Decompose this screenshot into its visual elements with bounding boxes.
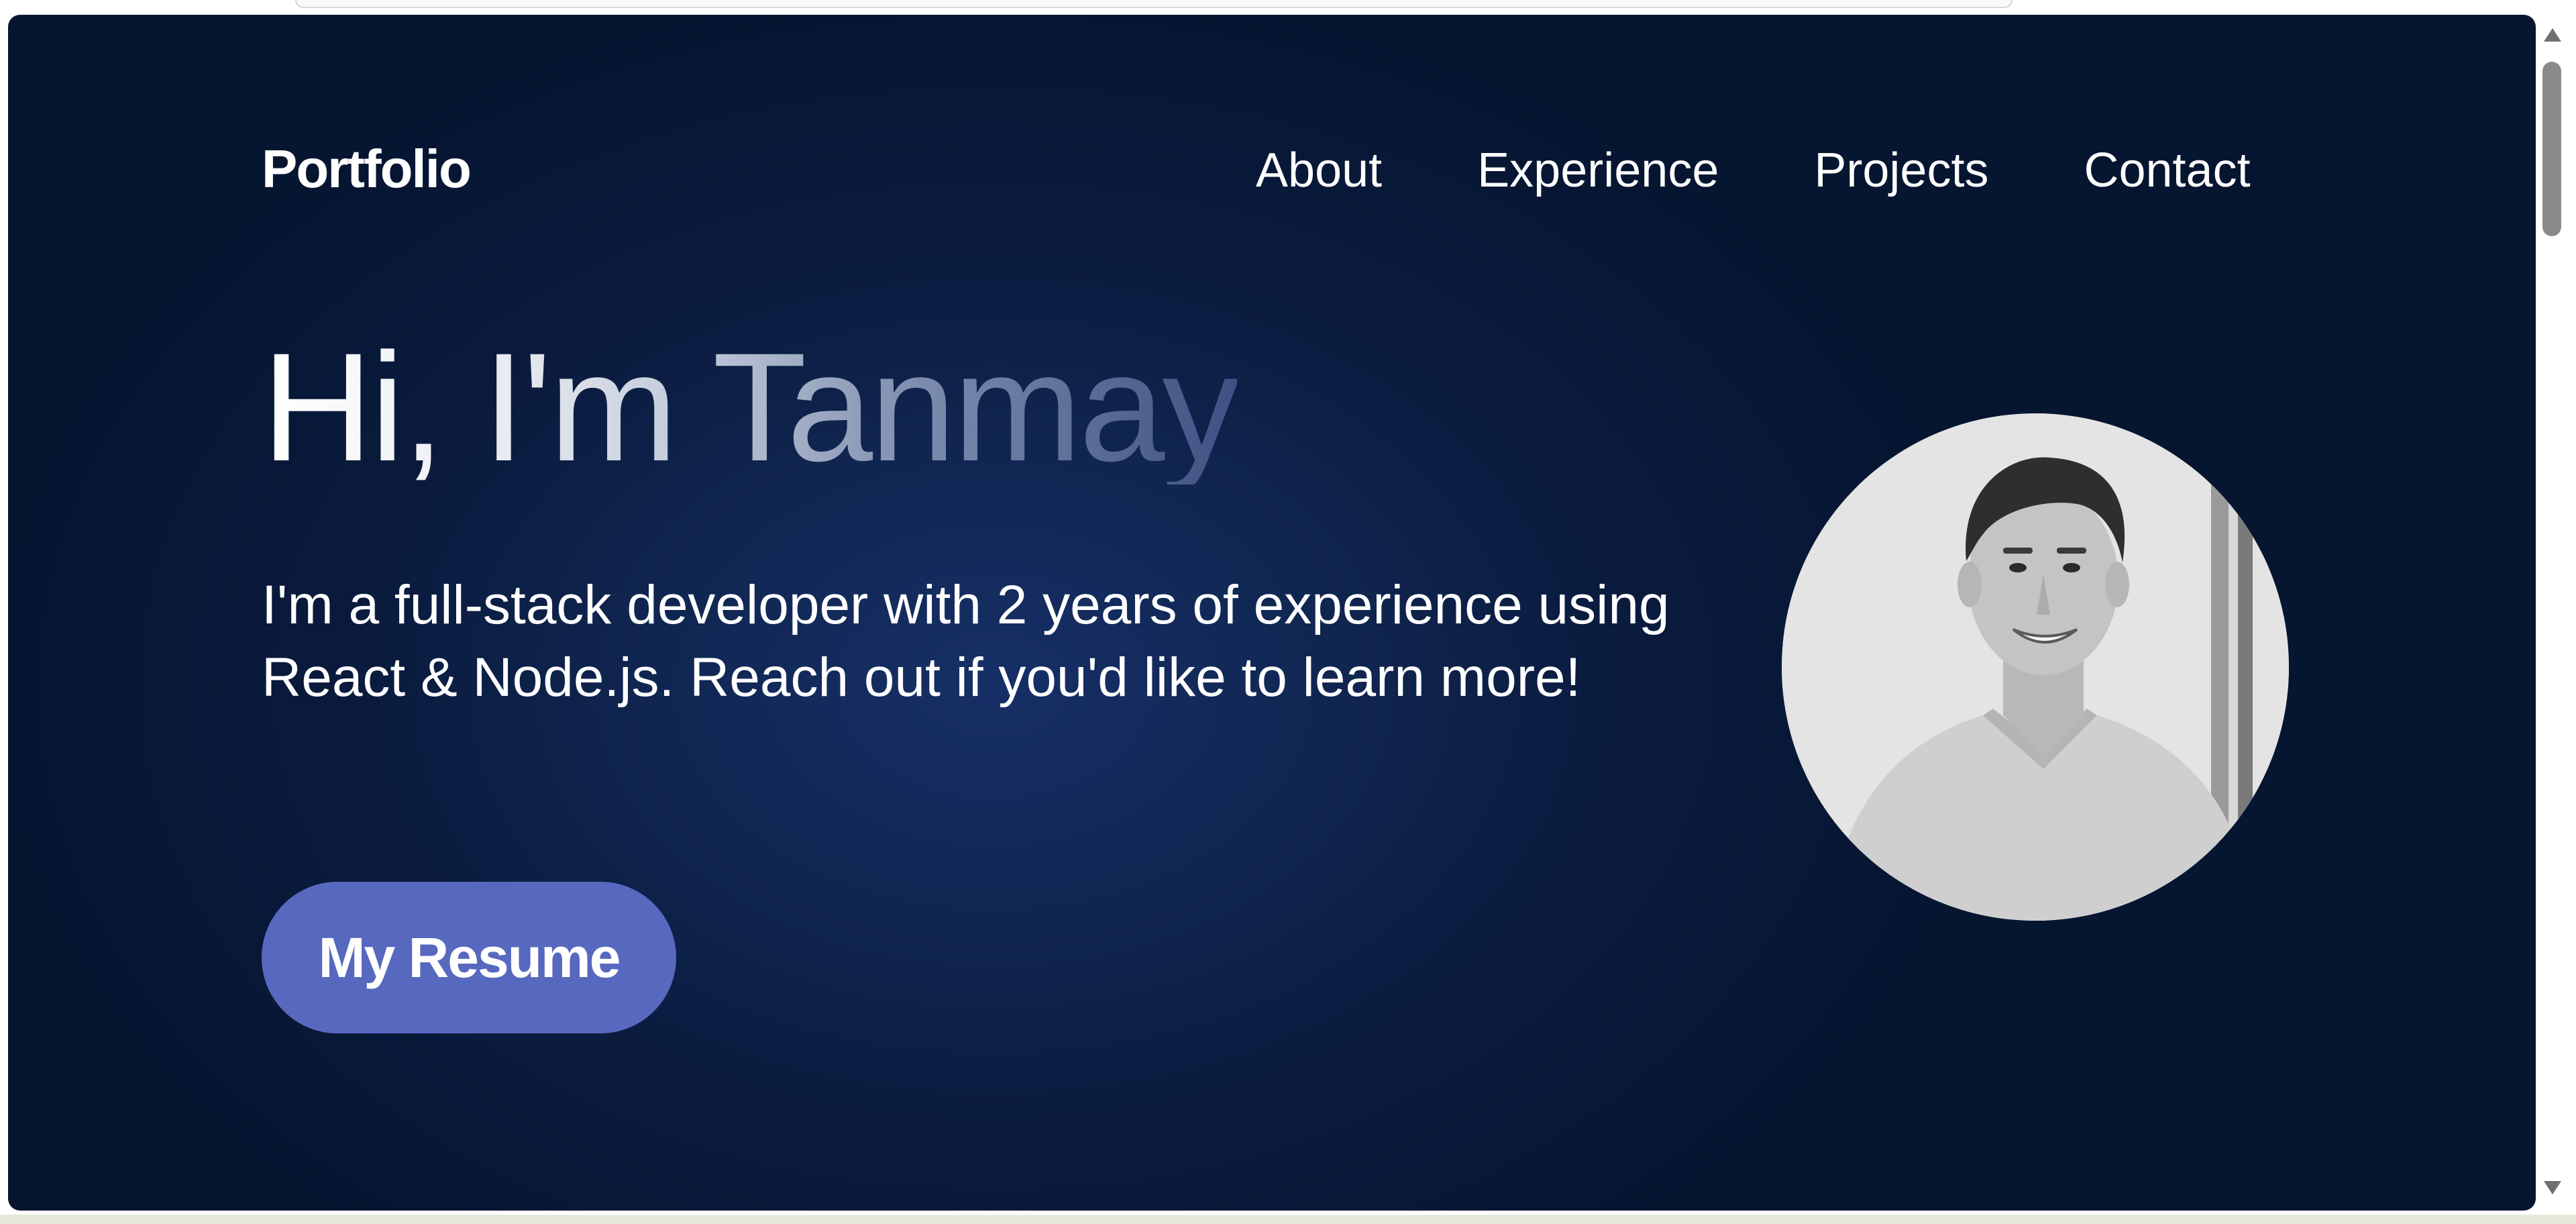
nav-link-projects[interactable]: Projects (1814, 146, 1988, 195)
resume-button[interactable]: My Resume (262, 882, 676, 1033)
nav-link-contact[interactable]: Contact (2084, 146, 2250, 195)
nav-link-experience[interactable]: Experience (1477, 146, 1719, 195)
browser-bottom-edge (0, 1215, 2576, 1224)
scroll-down-icon[interactable] (2544, 1181, 2561, 1194)
browser-window: Portfolio About Experience Projects Cont… (0, 0, 2576, 1224)
scroll-thumb[interactable] (2542, 62, 2561, 236)
browser-top-bar (295, 0, 2012, 8)
nav-link-about[interactable]: About (1256, 146, 1382, 195)
scroll-up-icon[interactable] (2544, 28, 2561, 42)
page-viewport: Portfolio About Experience Projects Cont… (8, 15, 2536, 1211)
hero-description: I'm a full-stack developer with 2 years … (262, 574, 1670, 708)
site-logo[interactable]: Portfolio (262, 142, 472, 196)
profile-photo (1782, 413, 2289, 921)
vertical-scrollbar[interactable] (2536, 15, 2568, 1211)
main-nav: About Experience Projects Contact (1256, 146, 2251, 195)
hero-title: Hi, I'm Tanmay (262, 321, 1239, 493)
profile-photo-icon (1782, 413, 2289, 921)
